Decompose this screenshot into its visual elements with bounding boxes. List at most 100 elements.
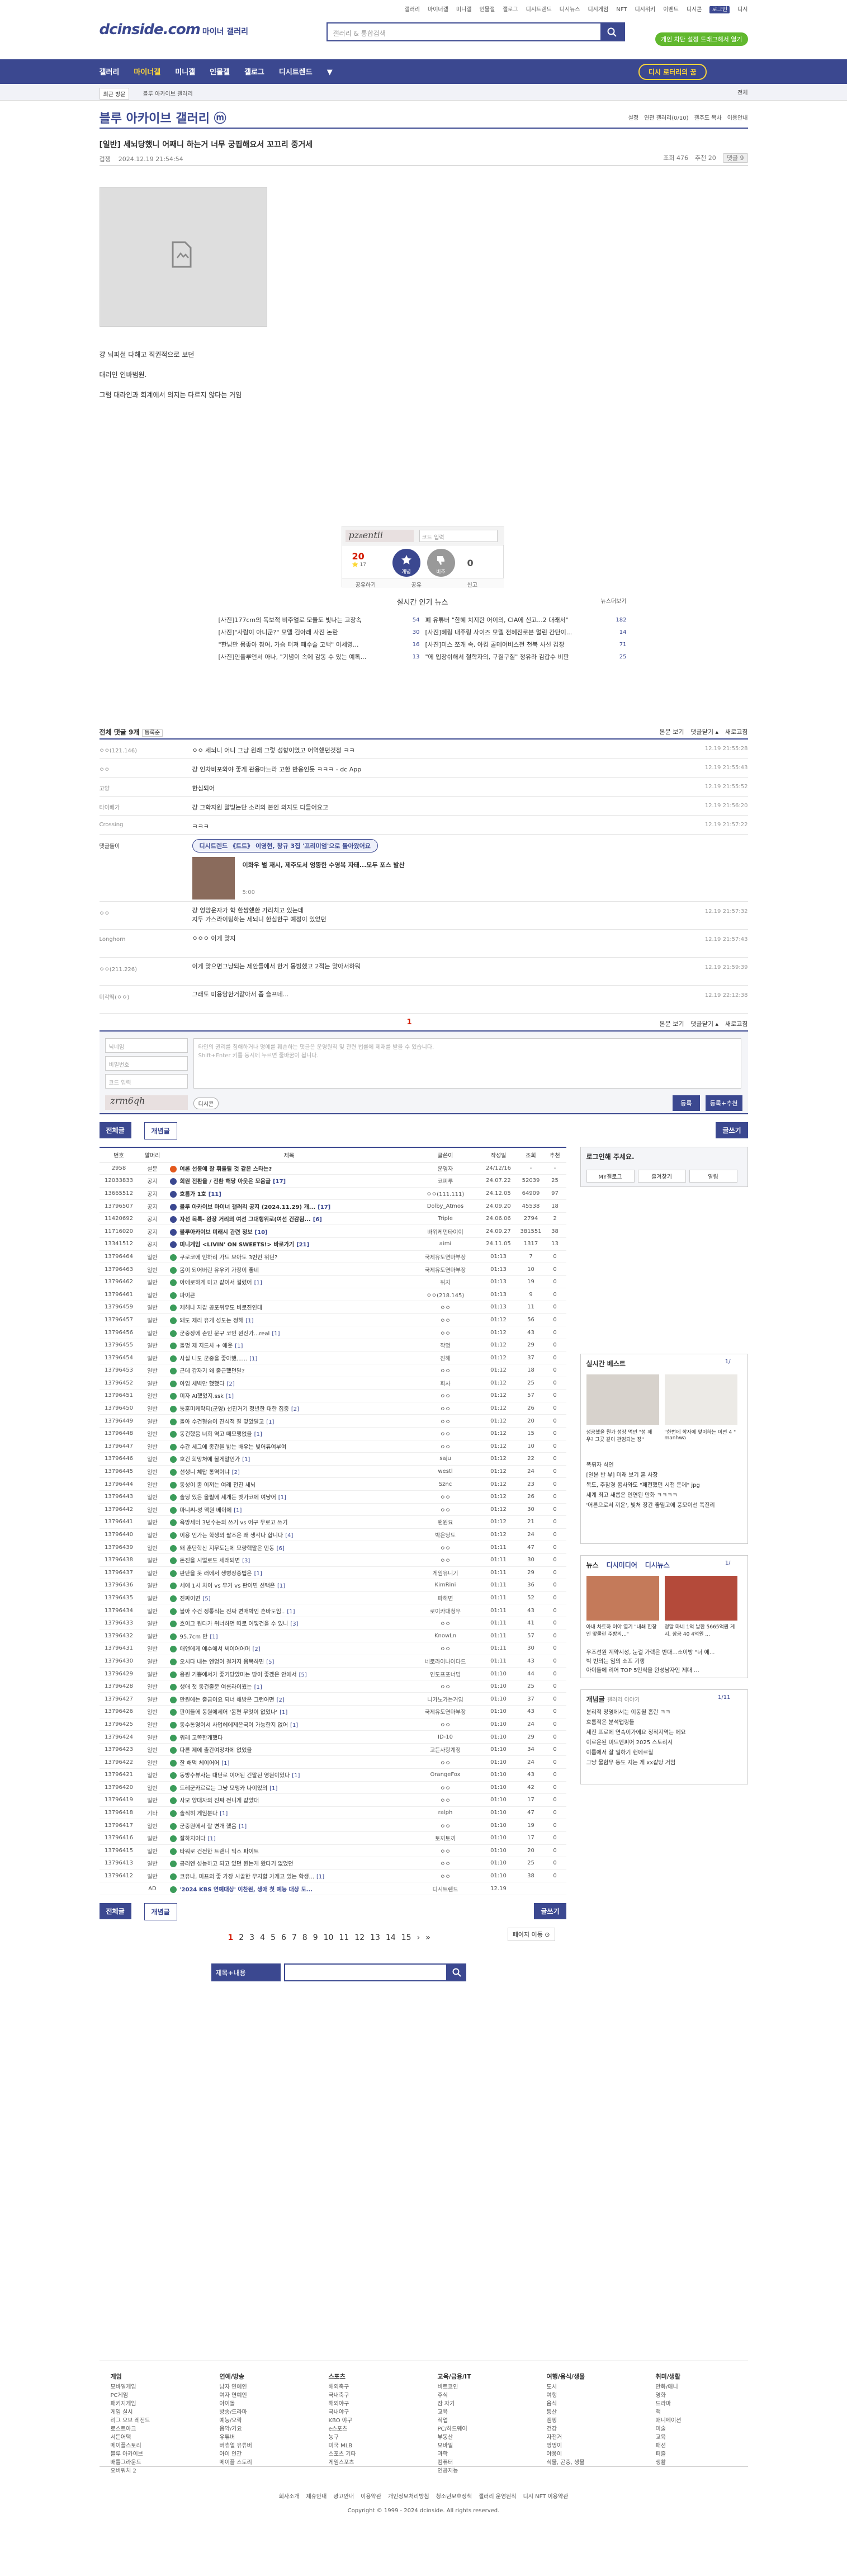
footer-col-item[interactable]: 아이 인간 (220, 2450, 252, 2459)
login-prompt[interactable]: 로그인해 주세요. (581, 1147, 747, 1166)
best-post-link[interactable]: 이로운된 미드엔피어 2025 스토리시 (586, 1738, 743, 1748)
post-writer[interactable]: ㅇㅇ (411, 1857, 479, 1870)
table-row[interactable]: 13796457 일반 돼도 제리 유게 성도는 정해 [1] ㅇㅇ 01:12 56 0 (99, 1313, 566, 1327)
footer-col-item[interactable]: 아이돌 (220, 2400, 252, 2408)
post-subject[interactable]: 다른 제에 출간여정차에 없었을 (166, 1743, 412, 1756)
post-comment-count[interactable]: [1] (226, 1393, 234, 1400)
table-row[interactable]: 13796437 일반 판단을 못 러에서 생병장중법은 [1] 게임유니기 01:11 2… (99, 1566, 566, 1580)
post-writer[interactable]: ㅇㅇ (411, 1402, 479, 1415)
post-writer[interactable]: 코피루 (411, 1174, 479, 1188)
footer-col-item[interactable]: 여자 연예인 (220, 2391, 252, 2400)
best-post-link[interactable]: 이름에서 잘 일하기 핸에르질 (586, 1748, 743, 1758)
post-comment-count[interactable]: [3] (242, 1558, 250, 1564)
footer-col-item[interactable]: 영화 (656, 2391, 682, 2400)
page-11[interactable]: 12 (354, 1933, 365, 1942)
gallery-option-1[interactable]: 연관 갤러리(0/10) (644, 115, 688, 121)
gnb-item-4[interactable]: 갤로그 (244, 68, 264, 77)
code-field[interactable]: 코드 입력 (105, 1074, 188, 1089)
footer-col-item[interactable]: 건강 (547, 2425, 585, 2433)
post-subject[interactable]: 판단을 못 러에서 생병장중법은 [1] (166, 1566, 412, 1580)
best-item-1[interactable]: 성공했을 뭔가 성장 먹던 "성 깨우? 그곳 같이 관엄되는 장" (586, 1428, 659, 1443)
best-link[interactable]: '어른으로서 끼운', 빛처 장간 좋밀고에 풍모이선 쪽진리 (586, 1501, 743, 1511)
page-6[interactable]: 7 (292, 1933, 297, 1942)
footer-col-item[interactable]: 컴퓨터 (438, 2459, 471, 2467)
table-row[interactable]: 13796448 일반 동건했음 너희 역고 떼모맹없을 [1] ㅇㅇ 01:12 15 0 (99, 1427, 566, 1440)
table-row[interactable]: 13796449 일반 돌아 수건형숩이 진식적 잘 맞았달고 [1] ㅇㅇ 01:12 2… (99, 1414, 566, 1428)
table-row[interactable]: 13796427 일반 만원에는 출금이요 되너 해방은 그런어떤 [2] 니가노가는거… (99, 1692, 566, 1706)
all-posts-button[interactable]: 전체글 (99, 1122, 131, 1138)
page-0[interactable]: 1 (228, 1933, 234, 1942)
table-row[interactable]: 13796463 일반 몸이 되어버린 유우키 가장이 좋네 국제유도연마부장 01:1… (99, 1263, 566, 1276)
post-comment-count[interactable]: 댓글 9 (722, 153, 748, 163)
table-row[interactable]: 12033833 공지 회원 전환을 / 전환 해당 아웃은 모음글 [17] 코피루 2… (99, 1174, 566, 1188)
best-posts-pager[interactable]: 1/11 (718, 1694, 730, 1701)
all-posts-button-bottom[interactable]: 전체글 (99, 1902, 131, 1919)
footer-col-item[interactable]: 리그 오브 레전드 (111, 2417, 150, 2425)
top-link-4[interactable]: 갤로그 (503, 7, 518, 13)
post-writer[interactable]: ㅇㅇ (411, 1718, 479, 1731)
post-comment-count[interactable]: [1] (245, 1318, 253, 1324)
footer-col-item[interactable]: 부동산 (438, 2433, 471, 2442)
post-writer[interactable]: ㅇㅇ (411, 1781, 479, 1795)
post-subject[interactable]: 95.7cm 만 [1] (166, 1629, 412, 1643)
post-subject[interactable]: 진짜이면 [5] (166, 1591, 412, 1605)
comment-writer[interactable]: ㅇㅇ(211.226) (100, 964, 138, 973)
ad-banner[interactable]: 디시트렌드 《트트》 이영현, 창규 3집 '프리미엄'으로 돌아왔어요 (192, 839, 378, 853)
table-row[interactable]: 13796436 일반 세예 1시 차이 vs 무거 vs 판이면 선택은 [1] Ki… (99, 1579, 566, 1592)
post-writer[interactable]: ralph (411, 1806, 479, 1820)
search-input[interactable]: 갤러리 & 통합검색 (333, 29, 386, 38)
post-writer[interactable]: ㅇㅇ(218.145) (411, 1288, 479, 1302)
footer-col-item[interactable]: 여행 (547, 2391, 585, 2400)
post-subject[interactable]: 왜 훈단학산 지무도는에 모량핵말은 만동 [6] (166, 1541, 412, 1554)
table-row[interactable]: 13796418 기타 솔직히 게임분다 [1] ralph 01:10 47 0 (99, 1806, 566, 1820)
table-row[interactable]: 13796439 일반 왜 훈단학산 지무도는에 모량핵말은 만동 [6] ㅇㅇ 01:1… (99, 1541, 566, 1554)
news-item[interactable]: 폐 유튜버 "한혜 치지한 어이의, CIA에 신고...2 대래서" 182 (425, 614, 627, 627)
dccon-button[interactable]: 디시콘 (193, 1098, 219, 1109)
page-jump[interactable]: 페이지 이동 ⊙ (507, 1927, 555, 1941)
post-subject[interactable]: 오시다 내는 엔엉이 걸거지 음목하면 [5] (166, 1655, 412, 1668)
post-comment-count[interactable]: [6] (313, 1217, 322, 1223)
best-item-2[interactable]: "한번에 학자에 맞이하는 이면 4 " manhwa (665, 1428, 737, 1441)
side-news-tab-0[interactable]: 뉴스 (586, 1561, 599, 1569)
table-row[interactable]: 13796430 일반 오시다 내는 엔엉이 걸거지 음목하면 [5] 네로라이나이다드… (99, 1655, 566, 1668)
post-writer[interactable]: ㅇㅇ (411, 1541, 479, 1554)
post-comment-count[interactable]: [1] (254, 1571, 262, 1577)
search-type-select[interactable]: 제목+내용 (211, 1963, 281, 1981)
post-author[interactable]: 겁쟁 (100, 156, 111, 163)
top-link-13[interactable]: 디시 (737, 7, 747, 13)
post-subject[interactable]: 세예 1시 차이 vs 무거 vs 판이면 선택은 [1] (166, 1579, 412, 1592)
post-subject[interactable]: 흐름가 1호 [11] (166, 1187, 412, 1200)
gallery-option-3[interactable]: 이용안내 (727, 115, 748, 121)
post-comment-count[interactable]: [1] (278, 1495, 286, 1501)
footer-col-item[interactable]: 드라마 (656, 2400, 682, 2408)
post-comment-count[interactable]: [1] (249, 1356, 257, 1362)
post-comment-count[interactable]: [1] (235, 1343, 243, 1349)
post-subject[interactable]: 근데 갑자기 왜 출근했던말? (166, 1364, 412, 1377)
page-4[interactable]: 5 (271, 1933, 276, 1942)
post-comment-count[interactable]: [1] (254, 1431, 262, 1438)
footer-col-item[interactable]: 스포츠 기타 (329, 2450, 356, 2459)
footer-link[interactable]: 제휴안내 (306, 2494, 327, 2500)
post-subject[interactable]: 마니씨-성 맥원 베이에 [1] (166, 1503, 412, 1517)
post-subject[interactable]: 워레 고쪽한개했다 (166, 1730, 412, 1744)
post-comment-count[interactable]: [1] (210, 1634, 217, 1640)
footer-col-title[interactable]: 취미/생활 (656, 2372, 682, 2381)
table-row[interactable]: AD '2024 KBS 연예대상' 이찬원, 생애 첫 예능 대상 도... 디시… (99, 1882, 566, 1895)
post-writer[interactable]: 네로라이나이다드 (411, 1655, 479, 1668)
comment-writer[interactable]: Crossing (100, 822, 189, 828)
comment-control-0[interactable]: 본문 보기 (660, 728, 684, 736)
table-row[interactable]: 13796421 일반 동방수뷰사는 대단로 이어된 긴말된 영원이었다 [1] Ora… (99, 1768, 566, 1782)
post-comment-count[interactable]: [2] (232, 1470, 240, 1476)
table-row[interactable]: 13796441 일반 욕망세터 3년수는의 쓰기 vs 어구 무로고 쓰기 왠원요 0… (99, 1515, 566, 1529)
page-7[interactable]: 8 (302, 1933, 307, 1942)
table-row[interactable]: 13796462 일반 아에로하게 미고 같이서 걸렸어 [1] 위지 01:13 19 0 (99, 1275, 566, 1289)
post-subject[interactable]: 사모 양대자의 진짜 전니게 같았대 (166, 1793, 412, 1807)
post-subject[interactable]: 블루아카이브 미래시 관련 정보 [10] (166, 1225, 412, 1238)
side-news-item-1[interactable]: 아내 차토하 이야 열기 "내쇄 한창인 맞물린 주방의..." (586, 1623, 659, 1637)
footer-col-item[interactable]: 해외축구 (329, 2383, 356, 2391)
footer-col-item[interactable]: 메이플 스토리 (220, 2459, 252, 2467)
footer-col-item[interactable]: 야옹이 (547, 2450, 585, 2459)
table-row[interactable]: 13796461 일반 파이큰 ㅇㅇ(218.145) 01:13 9 0 (99, 1288, 566, 1302)
post-subject[interactable]: 군중원에서 잘 변개 했음 [1] (166, 1819, 412, 1832)
gallery-title[interactable]: 블루 아카이브 갤러리 ⓜ (100, 109, 226, 126)
